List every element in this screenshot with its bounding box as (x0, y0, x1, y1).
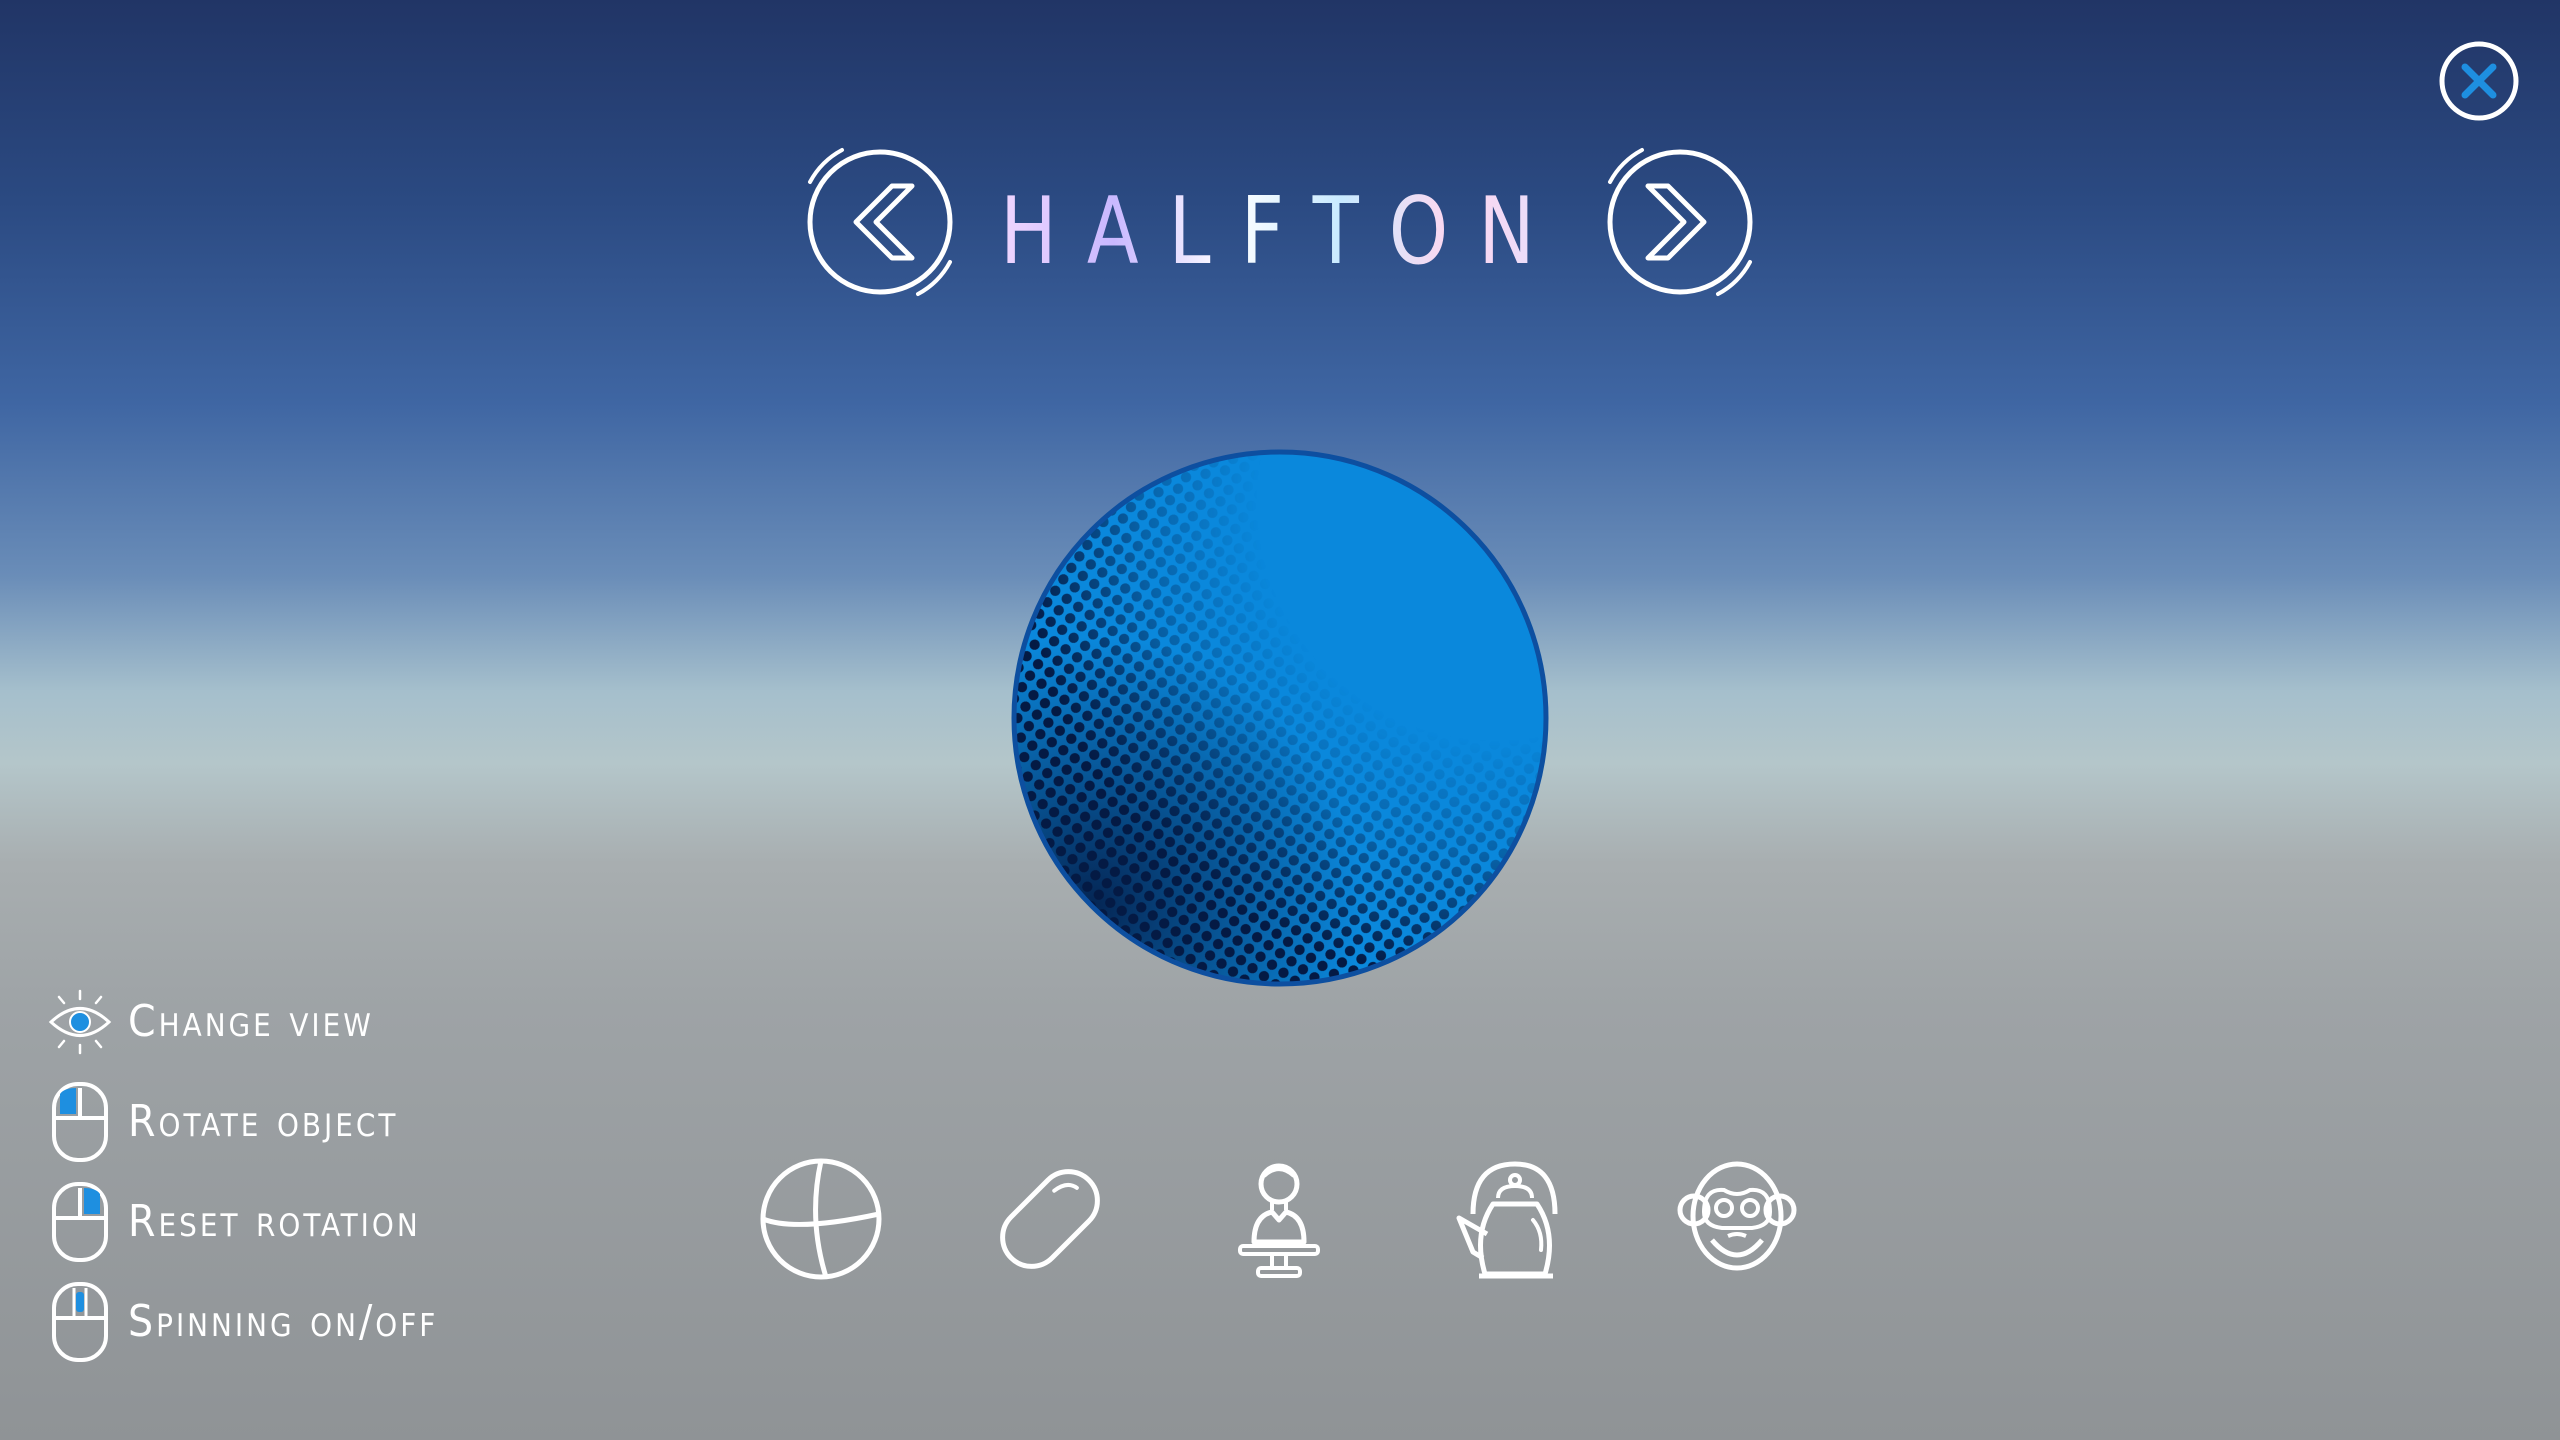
capsule-icon (1000, 1169, 1100, 1269)
chevron-right-circle-icon (1607, 148, 1753, 296)
monkey-icon (1677, 1161, 1797, 1271)
control-spinning-toggle: Spinning on/off (44, 1282, 438, 1362)
model-capsule-button[interactable] (985, 1154, 1115, 1284)
model-sphere-button[interactable] (756, 1154, 886, 1284)
halftone-sphere-preview[interactable] (1010, 448, 1550, 988)
control-rotate-object: Rotate object (44, 1082, 398, 1162)
close-button[interactable] (2438, 40, 2520, 122)
control-label: Change view (128, 996, 374, 1047)
mouse-middle-click-icon (44, 1282, 116, 1362)
control-label: Spinning on/off (128, 1296, 439, 1347)
chevron-left-circle-icon (807, 148, 953, 296)
mouse-right-click-icon (44, 1182, 116, 1262)
model-monkey-button[interactable] (1672, 1154, 1802, 1284)
control-label: Rotate object (128, 1096, 399, 1147)
eye-icon (44, 982, 116, 1062)
sphere-icon (760, 1158, 882, 1280)
teapot-icon (1456, 1161, 1558, 1279)
model-teapot-button[interactable] (1443, 1154, 1573, 1284)
model-bust-button[interactable] (1214, 1154, 1344, 1284)
control-change-view: Change view (44, 982, 374, 1062)
mouse-left-click-icon (44, 1082, 116, 1162)
bust-icon (1238, 1163, 1320, 1278)
control-reset-rotation: Reset rotation (44, 1182, 421, 1262)
next-effect-button[interactable] (1600, 142, 1760, 302)
close-circle-icon (2439, 41, 2519, 121)
effect-title: HALFTONE (1000, 171, 1613, 292)
previous-effect-button[interactable] (800, 142, 960, 302)
control-label: Reset rotation (128, 1196, 421, 1247)
